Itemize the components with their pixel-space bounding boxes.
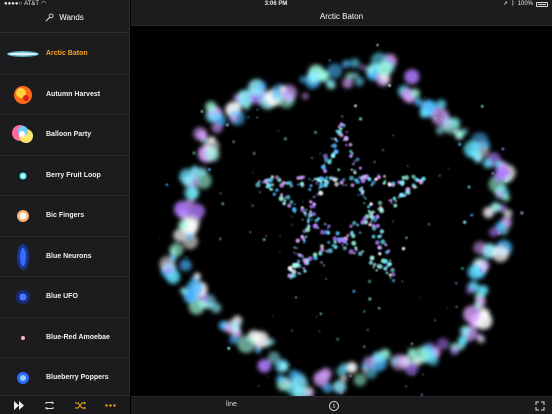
- wand-item[interactable]: Berry Fruit Loop: [0, 156, 130, 196]
- wand-item[interactable]: Blue-Red Amoebae: [0, 318, 130, 358]
- wand-thumbnail: [6, 38, 40, 70]
- svg-text:5: 5: [333, 404, 336, 410]
- app-screen: ●●●●○ AT&T ◠ 3:06 PM ➚ ᛒ 100% Wands Arct…: [0, 0, 552, 414]
- wand-thumbnail: [6, 362, 40, 394]
- battery-icon: [536, 2, 548, 7]
- wand-icon: [45, 13, 54, 22]
- wand-item[interactable]: Blueberry Poppers: [0, 358, 130, 399]
- shuffle-icon: [74, 401, 86, 409]
- wand-item[interactable]: Blue UFO: [0, 277, 130, 318]
- wand-thumbnail: [6, 200, 40, 232]
- expand-icon: [535, 401, 545, 411]
- symmetry-button[interactable]: 5: [327, 399, 341, 413]
- status-time: 3:06 PM: [264, 1, 288, 7]
- wand-item[interactable]: Autumn Harvest: [0, 75, 130, 115]
- location-icon: ➚: [503, 1, 509, 7]
- sidebar-title-text: Wands: [59, 13, 84, 22]
- wand-label: Blue Neurons: [46, 252, 92, 260]
- status-right: ➚ ᛒ 100%: [503, 0, 548, 9]
- particle-art[interactable]: [131, 27, 552, 396]
- sidebar-toolbar: [0, 395, 130, 414]
- wand-label: Balloon Party: [46, 131, 92, 139]
- fullscreen-button[interactable]: [533, 399, 547, 413]
- wand-thumbnail: [6, 160, 40, 192]
- main-title: Arctic Baton: [319, 12, 364, 21]
- wand-label: Blue UFO: [46, 293, 78, 301]
- status-bar: ●●●●○ AT&T ◠ 3:06 PM ➚ ᛒ 100%: [0, 0, 552, 9]
- wand-thumbnail: [6, 322, 40, 354]
- wand-thumbnail: [6, 241, 40, 273]
- wand-item[interactable]: Blue Neurons: [0, 237, 130, 277]
- inner-particle-star: [158, 43, 524, 396]
- wand-item[interactable]: Balloon Party: [0, 115, 130, 156]
- wand-label: Autumn Harvest: [46, 90, 101, 98]
- outer-particle-ring: [159, 52, 516, 396]
- battery-percent: 100%: [517, 1, 533, 7]
- shuffle-button[interactable]: [73, 399, 87, 411]
- canvas-toolbar: line 5: [131, 396, 552, 414]
- wands-sidebar: Wands Arctic Baton Autumn Harvest Balloon …: [0, 0, 130, 414]
- wand-label: Berry Fruit Loop: [46, 171, 101, 179]
- main-panel: Arctic Baton line 5: [131, 0, 552, 414]
- fast-forward-icon: [13, 400, 24, 410]
- wand-label: Blueberry Poppers: [46, 374, 109, 382]
- repeat-button[interactable]: [43, 399, 57, 411]
- wand-label: Bic Fingers: [46, 212, 85, 220]
- more-options-button[interactable]: [104, 399, 118, 411]
- bluetooth-icon: ᛒ: [511, 1, 515, 7]
- drawing-canvas[interactable]: [131, 27, 552, 396]
- wand-list: Arctic Baton Autumn Harvest Balloon Party B…: [0, 34, 130, 399]
- wand-label: Arctic Baton: [46, 50, 88, 58]
- wand-label: Blue-Red Amoebae: [46, 333, 110, 341]
- repeat-icon: [45, 400, 54, 410]
- sidebar-title: Wands: [0, 13, 129, 22]
- wand-item[interactable]: Arctic Baton: [0, 34, 130, 75]
- wand-thumbnail: [6, 79, 40, 111]
- wand-thumbnail: [6, 119, 40, 151]
- play-forward-button[interactable]: [12, 399, 26, 411]
- ellipsis-icon: [105, 403, 116, 407]
- mode-label[interactable]: line: [226, 401, 237, 408]
- wand-item[interactable]: Bic Fingers: [0, 196, 130, 237]
- wand-thumbnail: [6, 281, 40, 313]
- symmetry-icon: 5: [329, 401, 339, 411]
